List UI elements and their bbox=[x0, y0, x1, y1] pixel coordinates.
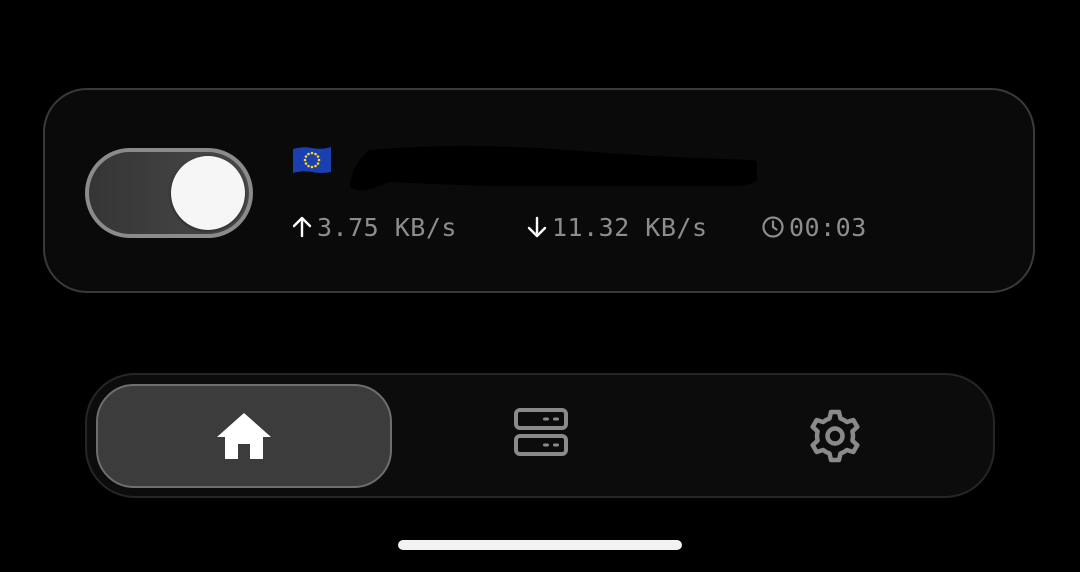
home-indicator[interactable] bbox=[398, 540, 682, 550]
upload-speed: 3.75 KB/s bbox=[317, 212, 457, 242]
server-icon bbox=[514, 408, 568, 456]
tab-home[interactable] bbox=[96, 384, 392, 488]
connection-card: 3.75 KB/s 11.32 KB/s 00:03 bbox=[43, 88, 1035, 293]
connection-toggle[interactable] bbox=[85, 148, 253, 238]
clock-icon bbox=[762, 216, 784, 238]
upload-stat: 3.75 KB/s bbox=[291, 213, 526, 242]
tab-settings[interactable] bbox=[741, 384, 929, 488]
duration-stat: 00:03 bbox=[761, 213, 867, 242]
gear-icon bbox=[810, 409, 860, 463]
connection-duration: 00:03 bbox=[789, 212, 867, 242]
traffic-stats: 3.75 KB/s 11.32 KB/s 00:03 bbox=[291, 211, 867, 243]
bottom-navigation bbox=[85, 373, 995, 498]
server-name-label bbox=[339, 140, 757, 180]
eu-flag-icon bbox=[293, 147, 331, 173]
download-stat: 11.32 KB/s bbox=[526, 213, 761, 242]
app-screen: 3.75 KB/s 11.32 KB/s 00:03 bbox=[0, 0, 1080, 572]
server-name-redacted bbox=[339, 140, 757, 191]
arrow-up-icon bbox=[292, 216, 312, 238]
toggle-knob[interactable] bbox=[171, 156, 245, 230]
server-row[interactable] bbox=[291, 140, 757, 191]
home-icon bbox=[217, 413, 271, 459]
download-speed: 11.32 KB/s bbox=[552, 212, 708, 242]
arrow-down-icon bbox=[527, 216, 547, 238]
tab-servers[interactable] bbox=[447, 384, 635, 488]
